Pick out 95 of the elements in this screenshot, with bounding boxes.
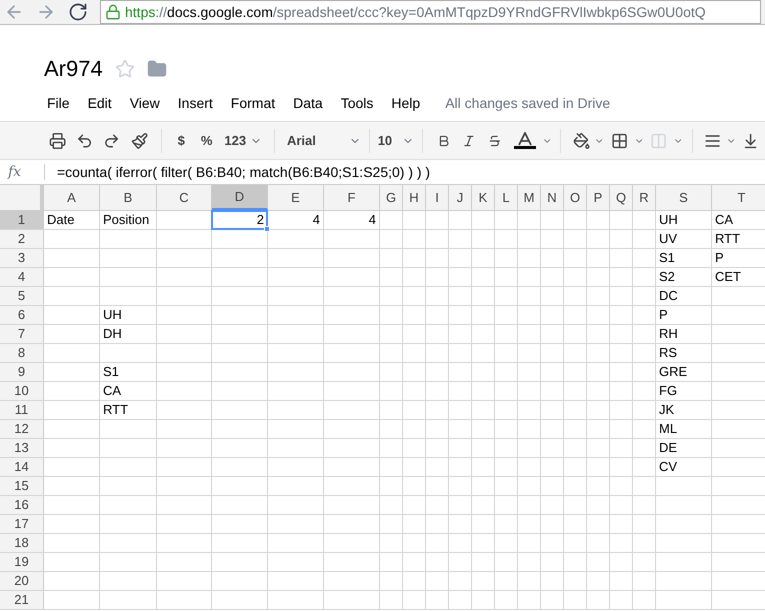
row-header[interactable]: 13 xyxy=(0,439,44,457)
table-cell[interactable]: CET xyxy=(712,268,765,286)
table-cell[interactable]: S1 xyxy=(100,363,156,381)
menu-item[interactable]: Format xyxy=(228,93,278,114)
table-cell[interactable]: UH xyxy=(100,306,156,324)
table-cell[interactable]: 4 xyxy=(268,211,323,229)
table-cell[interactable]: ML xyxy=(656,420,711,438)
menu-item[interactable]: Edit xyxy=(84,93,115,114)
table-cell[interactable]: RH xyxy=(656,325,711,343)
table-cell[interactable]: UH xyxy=(656,211,711,229)
column-header[interactable]: F xyxy=(324,185,380,210)
row-header[interactable]: 16 xyxy=(0,496,44,514)
row-header[interactable]: 20 xyxy=(0,572,44,590)
column-header[interactable]: I xyxy=(426,185,449,210)
folder-icon[interactable] xyxy=(146,59,167,79)
table-cell[interactable]: FG xyxy=(656,382,711,400)
column-header[interactable]: L xyxy=(495,185,518,210)
table-cell[interactable]: CA xyxy=(712,211,765,229)
column-header[interactable]: O xyxy=(564,185,587,210)
column-header[interactable]: A xyxy=(44,185,100,210)
table-cell[interactable]: Date xyxy=(44,211,99,229)
table-cell[interactable]: DH xyxy=(100,325,156,343)
column-header[interactable]: T xyxy=(712,185,765,210)
menu-item[interactable]: Data xyxy=(290,93,326,114)
table-cell[interactable]: P xyxy=(712,249,765,267)
menu-item[interactable]: Insert xyxy=(174,93,216,114)
address-field[interactable]: https://docs.google.com/spreadsheet/ccc?key=0AmMTqpzD9YRndGFRVlIwbkp6SGw0U0otQ xyxy=(100,0,761,24)
column-header[interactable]: D xyxy=(212,185,268,210)
column-header[interactable]: M xyxy=(518,185,541,210)
column-header[interactable]: H xyxy=(403,185,426,210)
row-header[interactable]: 3 xyxy=(0,249,44,267)
row-header[interactable]: 2 xyxy=(0,230,44,248)
menu-item[interactable]: Help xyxy=(388,93,424,114)
number-format-button[interactable]: 123 xyxy=(220,130,266,150)
column-header[interactable]: R xyxy=(633,185,656,210)
font-dropdown[interactable]: Arial xyxy=(282,130,361,150)
row-header[interactable]: 9 xyxy=(0,363,44,381)
fill-color-icon[interactable] xyxy=(573,130,590,150)
table-cell[interactable]: GRE xyxy=(656,363,711,381)
table-cell[interactable]: UV xyxy=(656,230,711,248)
row-header[interactable]: 10 xyxy=(0,382,44,400)
row-header[interactable]: 7 xyxy=(0,325,44,343)
fill-handle[interactable] xyxy=(264,226,270,232)
column-header[interactable]: S xyxy=(656,185,712,210)
table-cell[interactable]: RTT xyxy=(100,401,156,419)
table-cell[interactable]: DE xyxy=(656,439,711,457)
column-header[interactable]: E xyxy=(268,185,324,210)
column-header[interactable]: K xyxy=(472,185,495,210)
document-title[interactable]: Ar974 xyxy=(44,57,103,81)
row-header[interactable]: 4 xyxy=(0,268,44,286)
column-header[interactable]: N xyxy=(541,185,564,210)
menu-item[interactable]: File xyxy=(44,93,73,114)
font-size-dropdown[interactable]: 10 xyxy=(378,130,414,150)
table-cell[interactable]: S1 xyxy=(656,249,711,267)
row-header[interactable]: 14 xyxy=(0,458,44,476)
table-cell[interactable]: CV xyxy=(656,458,711,476)
row-header[interactable]: 12 xyxy=(0,420,44,438)
table-cell[interactable]: S2 xyxy=(656,268,711,286)
row-header[interactable]: 19 xyxy=(0,553,44,571)
row-header[interactable]: 17 xyxy=(0,515,44,533)
row-header[interactable]: 21 xyxy=(0,591,44,609)
star-icon[interactable] xyxy=(114,59,135,79)
row-header[interactable]: 5 xyxy=(0,287,44,305)
currency-button[interactable]: $ xyxy=(170,130,193,150)
menu-item[interactable]: Tools xyxy=(338,93,376,114)
row-header[interactable]: 11 xyxy=(0,401,44,419)
table-cell[interactable]: Position xyxy=(100,211,156,229)
reload-icon[interactable] xyxy=(68,2,88,22)
column-header[interactable]: P xyxy=(587,185,610,210)
table-cell[interactable]: CA xyxy=(100,382,156,400)
percent-button[interactable]: % xyxy=(192,130,220,150)
paint-format-icon[interactable] xyxy=(130,130,148,150)
table-cell[interactable]: 4 xyxy=(324,211,379,229)
print-icon[interactable] xyxy=(49,130,66,150)
row-header[interactable]: 18 xyxy=(0,534,44,552)
column-header[interactable]: Q xyxy=(610,185,633,210)
lock-icon xyxy=(105,4,121,20)
row-header[interactable]: 1 xyxy=(0,211,44,229)
row-header[interactable]: 8 xyxy=(0,344,44,362)
column-header[interactable]: G xyxy=(380,185,403,210)
formula-field[interactable]: =counta( iferror( filter( B6:B40; match(B6:B40;S1:S25;0) ) ) ) xyxy=(57,162,430,182)
menu-item[interactable]: View xyxy=(126,93,163,114)
column-header[interactable]: J xyxy=(449,185,472,210)
text-color-icon[interactable] xyxy=(514,132,536,149)
formula-label: fx xyxy=(6,162,22,182)
column-header[interactable]: B xyxy=(100,185,157,210)
save-status: All changes saved in Drive xyxy=(445,94,610,113)
table-cell[interactable]: 2 xyxy=(212,211,267,229)
row-header[interactable]: 15 xyxy=(0,477,44,495)
table-cell[interactable]: P xyxy=(656,306,711,324)
table-cell[interactable]: RS xyxy=(656,344,711,362)
table-cell[interactable]: RTT xyxy=(712,230,765,248)
table-cell[interactable]: DC xyxy=(656,287,711,305)
table-cell[interactable]: JK xyxy=(656,401,711,419)
row-header[interactable]: 6 xyxy=(0,306,44,324)
